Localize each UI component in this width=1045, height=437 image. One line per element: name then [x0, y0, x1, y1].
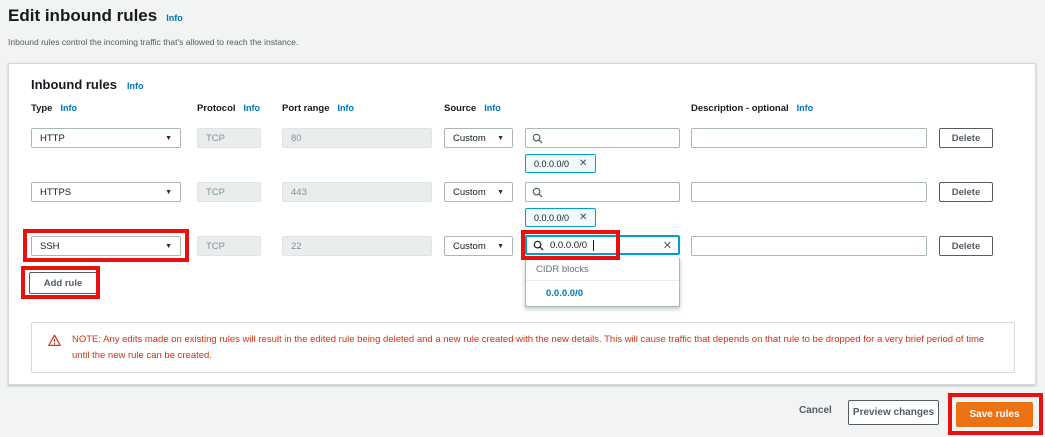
source-tag-row1: 0.0.0.0/0 ✕: [525, 154, 596, 173]
clear-search-icon[interactable]: ✕: [663, 239, 672, 252]
description-column-label: Description - optional: [691, 103, 789, 114]
port-range-column-label: Port range: [282, 103, 330, 114]
source-mode-select-row1[interactable]: Custom ▼: [444, 128, 513, 148]
description-input-row3[interactable]: [691, 236, 927, 256]
port-range-field-row2: 443: [282, 182, 432, 202]
protocol-field-row3: TCP: [197, 236, 261, 256]
protocol-info-link[interactable]: Info: [244, 103, 261, 113]
source-search-value-row3: 0.0.0.0/0: [550, 240, 587, 251]
search-icon: [533, 240, 544, 251]
panel-info-link[interactable]: Info: [127, 81, 144, 91]
port-range-value-row3: 22: [291, 241, 302, 252]
remove-tag-icon[interactable]: ✕: [579, 212, 587, 223]
port-range-field-row3: 22: [282, 236, 432, 256]
search-icon: [532, 187, 543, 198]
column-header-protocol: Protocol Info: [197, 103, 260, 114]
panel-title: Inbound rules: [31, 77, 117, 92]
remove-tag-icon[interactable]: ✕: [579, 158, 587, 169]
port-range-value-row2: 443: [291, 187, 307, 198]
source-tag-value-row1: 0.0.0.0/0: [534, 159, 569, 169]
chevron-down-icon: ▼: [165, 243, 172, 250]
chevron-down-icon: ▼: [165, 135, 172, 142]
preview-changes-button[interactable]: Preview changes: [848, 400, 939, 425]
type-select-row3[interactable]: SSH ▼: [31, 236, 181, 256]
source-tag-row2: 0.0.0.0/0 ✕: [525, 208, 596, 227]
inbound-rules-panel: Inbound rules Info Type Info Protocol In…: [8, 63, 1036, 385]
add-rule-button[interactable]: Add rule: [29, 272, 97, 294]
protocol-value-row1: TCP: [206, 133, 225, 144]
port-range-field-row1: 80: [282, 128, 432, 148]
column-header-source: Source Info: [444, 103, 501, 114]
column-header-port-range: Port range Info: [282, 103, 354, 114]
delete-button-row1[interactable]: Delete: [939, 128, 993, 148]
save-rules-button[interactable]: Save rules: [956, 402, 1033, 427]
source-column-label: Source: [444, 103, 476, 114]
edit-warning-note: NOTE: Any edits made on existing rules w…: [31, 322, 1015, 373]
port-range-info-link[interactable]: Info: [338, 103, 355, 113]
chevron-down-icon: ▼: [165, 189, 172, 196]
chevron-down-icon: ▼: [497, 189, 504, 196]
column-header-type: Type Info: [31, 103, 77, 114]
source-mode-select-row3[interactable]: Custom ▼: [444, 236, 513, 256]
chevron-down-icon: ▼: [497, 243, 504, 250]
source-search-input-row1[interactable]: [525, 128, 680, 148]
type-info-link[interactable]: Info: [60, 103, 77, 113]
protocol-value-row2: TCP: [206, 187, 225, 198]
chevron-down-icon: ▼: [497, 135, 504, 142]
source-mode-value-row3: Custom: [453, 241, 486, 252]
type-select-row3-value: SSH: [40, 241, 60, 252]
protocol-field-row1: TCP: [197, 128, 261, 148]
page-header: Edit inbound rules Info: [8, 6, 183, 26]
edit-inbound-rules-page: Edit inbound rules Info Inbound rules co…: [0, 0, 1045, 437]
search-icon: [532, 133, 543, 144]
source-mode-select-row2[interactable]: Custom ▼: [444, 182, 513, 202]
edit-warning-text: NOTE: Any edits made on existing rules w…: [72, 334, 984, 361]
protocol-field-row2: TCP: [197, 182, 261, 202]
port-range-value-row1: 80: [291, 133, 302, 144]
type-select-row2[interactable]: HTTPS ▼: [31, 182, 181, 202]
delete-button-row3[interactable]: Delete: [939, 236, 993, 256]
protocol-column-label: Protocol: [197, 103, 236, 114]
type-column-label: Type: [31, 103, 52, 114]
source-search-input-row2[interactable]: [525, 182, 680, 202]
suggestion-group-label: CIDR blocks: [526, 258, 679, 281]
suggestion-option-cidr[interactable]: 0.0.0.0/0: [526, 281, 679, 306]
page-title: Edit inbound rules: [8, 6, 157, 26]
source-info-link[interactable]: Info: [484, 103, 501, 113]
source-search-input-row3[interactable]: 0.0.0.0/0 ✕: [525, 235, 680, 255]
warning-triangle-icon: [48, 334, 61, 347]
type-select-row1-value: HTTP: [40, 133, 65, 144]
source-mode-value-row2: Custom: [453, 187, 486, 198]
source-suggestions-dropdown: CIDR blocks 0.0.0.0/0: [525, 258, 680, 307]
source-tag-value-row2: 0.0.0.0/0: [534, 213, 569, 223]
source-mode-value-row1: Custom: [453, 133, 486, 144]
type-select-row1[interactable]: HTTP ▼: [31, 128, 181, 148]
column-header-description: Description - optional Info: [691, 103, 813, 114]
type-select-row2-value: HTTPS: [40, 187, 71, 198]
description-input-row1[interactable]: [691, 128, 927, 148]
protocol-value-row3: TCP: [206, 241, 225, 252]
description-info-link[interactable]: Info: [797, 103, 814, 113]
page-title-info-link[interactable]: Info: [166, 13, 183, 23]
description-input-row2[interactable]: [691, 182, 927, 202]
delete-button-row2[interactable]: Delete: [939, 182, 993, 202]
text-caret: [593, 240, 594, 251]
page-subtitle: Inbound rules control the incoming traff…: [8, 37, 298, 47]
cancel-button[interactable]: Cancel: [799, 405, 832, 416]
panel-header: Inbound rules Info: [31, 77, 143, 92]
